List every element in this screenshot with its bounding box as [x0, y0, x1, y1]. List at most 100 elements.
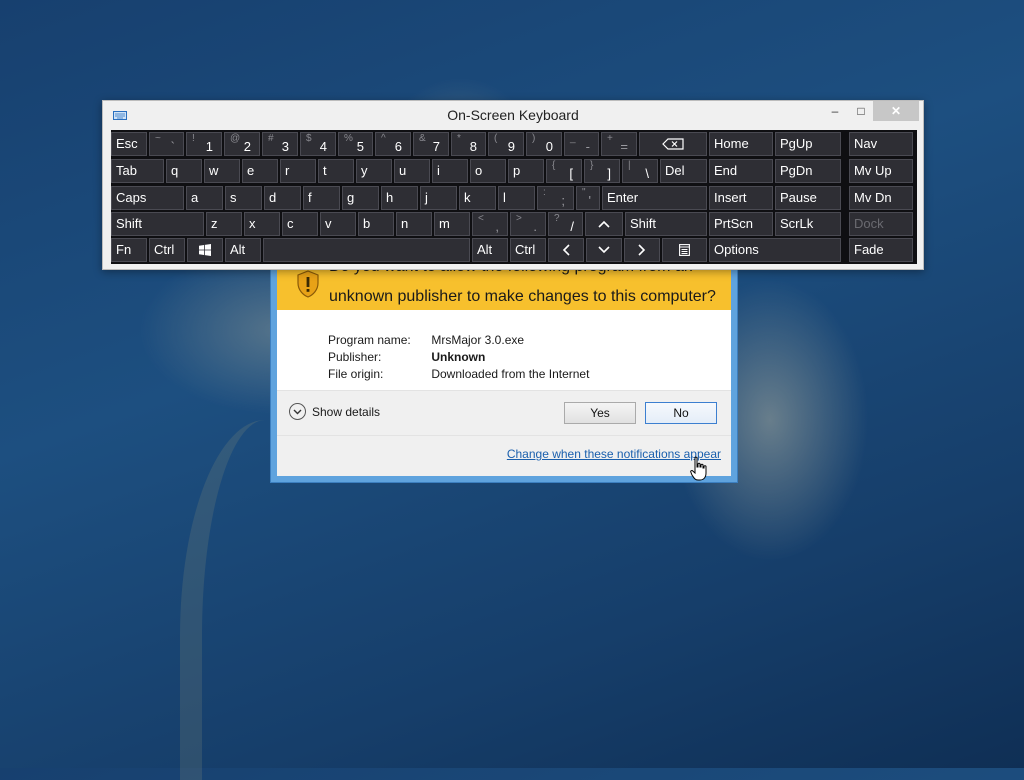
key[interactable]: j [420, 186, 457, 210]
key[interactable]: @2 [224, 132, 260, 156]
key[interactable]: PgUp [775, 132, 841, 156]
key[interactable]: p [508, 159, 544, 183]
key-space[interactable] [263, 238, 470, 262]
key[interactable]: f [303, 186, 340, 210]
show-details-label: Show details [312, 404, 381, 419]
key[interactable]: + = [601, 132, 637, 156]
key[interactable]: Del [660, 159, 707, 183]
key[interactable]: e [242, 159, 278, 183]
key[interactable]: Options [709, 238, 841, 262]
key[interactable]: ? / [548, 212, 583, 236]
key[interactable]: z [206, 212, 242, 236]
minimize-button[interactable]: – [825, 101, 845, 121]
key[interactable]: Insert [709, 186, 773, 210]
key[interactable]: k [459, 186, 496, 210]
key[interactable]: _ - [564, 132, 599, 156]
key-backspace[interactable] [639, 132, 707, 156]
key[interactable]: Pause [775, 186, 841, 210]
notification-settings-link[interactable]: Change when these notifications appear [507, 447, 721, 461]
key[interactable]: End [709, 159, 773, 183]
key[interactable]: * 8 [451, 132, 486, 156]
key-context-menu[interactable] [662, 238, 707, 262]
key-shift-label: + [607, 133, 613, 144]
key[interactable]: ~ ` [149, 132, 184, 156]
key[interactable]: m [434, 212, 470, 236]
key[interactable]: <, [472, 212, 508, 236]
key[interactable]: q [166, 159, 202, 183]
key[interactable]: Dock [849, 212, 913, 236]
key[interactable]: ! 1 [186, 132, 222, 156]
key[interactable]: ) 0 [526, 132, 562, 156]
key[interactable]: Tab [111, 159, 164, 183]
key-label: 3 [281, 139, 289, 154]
key[interactable]: >. [510, 212, 546, 236]
key[interactable]: " ' [576, 186, 600, 210]
key-label: 4 [319, 139, 327, 154]
key[interactable]: ScrLk [775, 212, 841, 236]
close-button[interactable]: ✕ [873, 101, 919, 121]
key[interactable]: | \ [622, 159, 658, 183]
key[interactable]: Shift [111, 212, 204, 236]
up-arrow-icon [598, 213, 610, 235]
show-details-button[interactable]: Show details [289, 403, 380, 420]
key[interactable]: a [186, 186, 223, 210]
uac-dialog: Do you want to allow the following progr… [271, 258, 737, 482]
key[interactable]: Enter [602, 186, 707, 210]
key[interactable]: Home [709, 132, 773, 156]
osk-title-bar[interactable]: On-Screen Keyboard – □ ✕ [103, 101, 923, 131]
key[interactable]: g [342, 186, 379, 210]
key[interactable]: Fn [111, 238, 147, 262]
key[interactable]: Fade [849, 238, 913, 262]
key[interactable]: Ctrl [510, 238, 546, 262]
key[interactable]: $4 [300, 132, 336, 156]
key[interactable]: l [498, 186, 535, 210]
key[interactable]: PrtScn [709, 212, 773, 236]
key[interactable]: x [244, 212, 280, 236]
key[interactable]: t [318, 159, 354, 183]
key[interactable]: d [264, 186, 301, 210]
key-windows[interactable] [187, 238, 223, 262]
key[interactable]: % 5 [338, 132, 373, 156]
key-right-arrow[interactable] [624, 238, 660, 262]
key[interactable]: Esc [111, 132, 147, 156]
key[interactable]: & 7 [413, 132, 449, 156]
key[interactable]: Mv Up [849, 159, 913, 183]
key[interactable]: ^ 6 [375, 132, 411, 156]
yes-button[interactable]: Yes [564, 402, 636, 424]
key[interactable]: :; [537, 186, 574, 210]
key[interactable]: n [396, 212, 432, 236]
publisher-label: Publisher: [328, 350, 382, 364]
maximize-button[interactable]: □ [851, 101, 871, 121]
key[interactable]: y [356, 159, 392, 183]
key[interactable]: Alt [225, 238, 261, 262]
file-origin-value: Downloaded from the Internet [431, 367, 590, 381]
key[interactable]: i [432, 159, 468, 183]
key[interactable]: w [204, 159, 240, 183]
key[interactable]: b [358, 212, 394, 236]
key-down-arrow[interactable] [586, 238, 622, 262]
key[interactable]: Alt [472, 238, 508, 262]
key[interactable]: Mv Dn [849, 186, 913, 210]
no-button[interactable]: No [645, 402, 717, 424]
key[interactable]: #3 [262, 132, 298, 156]
key[interactable]: Ctrl [149, 238, 185, 262]
key[interactable]: v [320, 212, 356, 236]
key[interactable]: c [282, 212, 318, 236]
key[interactable]: }] [584, 159, 620, 183]
key-label: 6 [394, 139, 402, 154]
key[interactable]: o [470, 159, 506, 183]
key[interactable]: {[ [546, 159, 582, 183]
key[interactable]: s [225, 186, 262, 210]
context-menu-icon [679, 239, 690, 261]
key[interactable]: (9 [488, 132, 524, 156]
key[interactable]: u [394, 159, 430, 183]
key[interactable]: h [381, 186, 418, 210]
key[interactable]: r [280, 159, 316, 183]
key-up-arrow[interactable] [585, 212, 623, 236]
file-origin-label: File origin: [328, 367, 384, 381]
key-left-arrow[interactable] [548, 238, 584, 262]
key[interactable]: Caps [111, 186, 184, 210]
key[interactable]: Shift [625, 212, 707, 236]
key[interactable]: PgDn [775, 159, 841, 183]
key[interactable]: Nav [849, 132, 913, 156]
